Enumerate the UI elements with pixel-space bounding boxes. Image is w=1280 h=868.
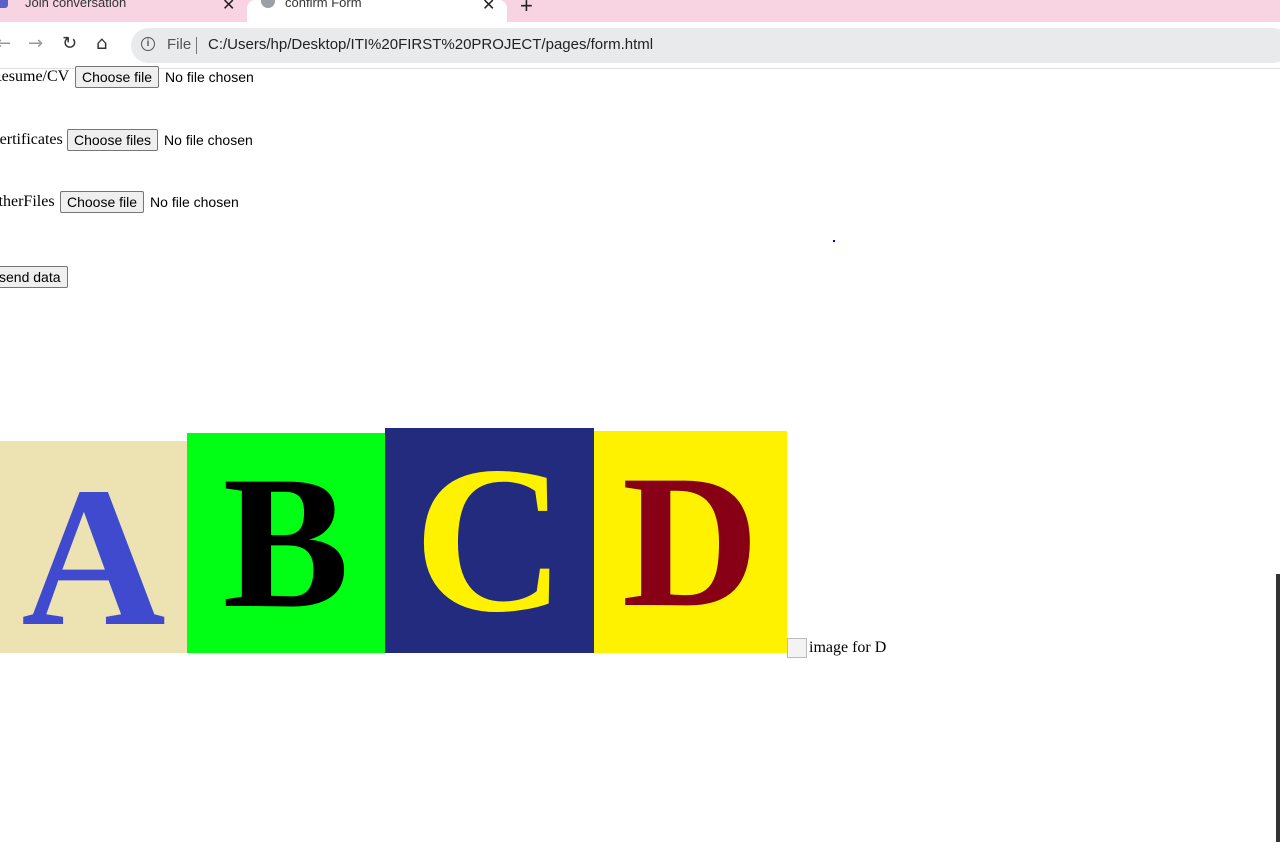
tab-join-conversation[interactable]: Join conversation ✕ (0, 0, 244, 22)
tab-strip: Join conversation ✕ confirm Form ✕ + (0, 0, 1280, 22)
back-icon[interactable]: ← (0, 34, 11, 54)
url-scheme: File (167, 36, 192, 53)
certificates-file-button[interactable]: Choose files (67, 129, 159, 151)
scrollbar[interactable] (1276, 574, 1280, 842)
send-data-button[interactable]: send data (0, 266, 68, 288)
certificates-label: Certificates (0, 131, 63, 148)
letter-a: A (21, 446, 166, 668)
image-c: C (385, 424, 594, 656)
broken-image-icon (787, 638, 807, 658)
tab-confirm-form[interactable]: confirm Form ✕ (247, 0, 507, 22)
teams-icon (0, 0, 8, 8)
certificates-file-status: No file chosen (164, 132, 253, 148)
close-icon[interactable]: ✕ (482, 0, 495, 15)
image-d: D (594, 431, 787, 653)
url-text[interactable]: C:/Users/hp/Desktop/ITI%20FIRST%20PROJEC… (208, 36, 653, 53)
image-alt-text: image for D (809, 639, 887, 656)
globe-icon (261, 0, 275, 8)
tab-label: confirm Form (285, 0, 362, 10)
divider (196, 37, 197, 54)
reload-icon[interactable]: ↻ (62, 34, 77, 54)
browser-toolbar: ← → ↻ ⌂ i File C:/Users/hp/Desktop/ITI%2… (0, 22, 1280, 69)
image-b: B (187, 433, 385, 653)
close-icon[interactable]: ✕ (222, 0, 235, 15)
other-files-label: OtherFiles (0, 193, 55, 210)
resume-file-status: No file chosen (165, 69, 254, 85)
image-a: A (0, 441, 187, 668)
tab-label: Join conversation (25, 0, 127, 10)
new-tab-icon[interactable]: + (520, 0, 533, 19)
broken-image-d: image for D (787, 638, 886, 658)
stray-dot (833, 240, 835, 242)
other-files-button[interactable]: Choose file (60, 191, 145, 213)
resume-label: Resume/CV (0, 68, 70, 85)
home-icon[interactable]: ⌂ (96, 34, 107, 54)
letter-c: C (413, 424, 566, 656)
address-bar[interactable]: i File C:/Users/hp/Desktop/ITI%20FIRST%2… (131, 28, 1280, 63)
letter-b: B (222, 438, 350, 648)
resume-file-button[interactable]: Choose file (75, 66, 160, 88)
other-files-status: No file chosen (150, 194, 239, 210)
letter-d: D (621, 437, 760, 647)
info-icon[interactable]: i (141, 37, 155, 51)
forward-icon[interactable]: → (28, 34, 43, 54)
